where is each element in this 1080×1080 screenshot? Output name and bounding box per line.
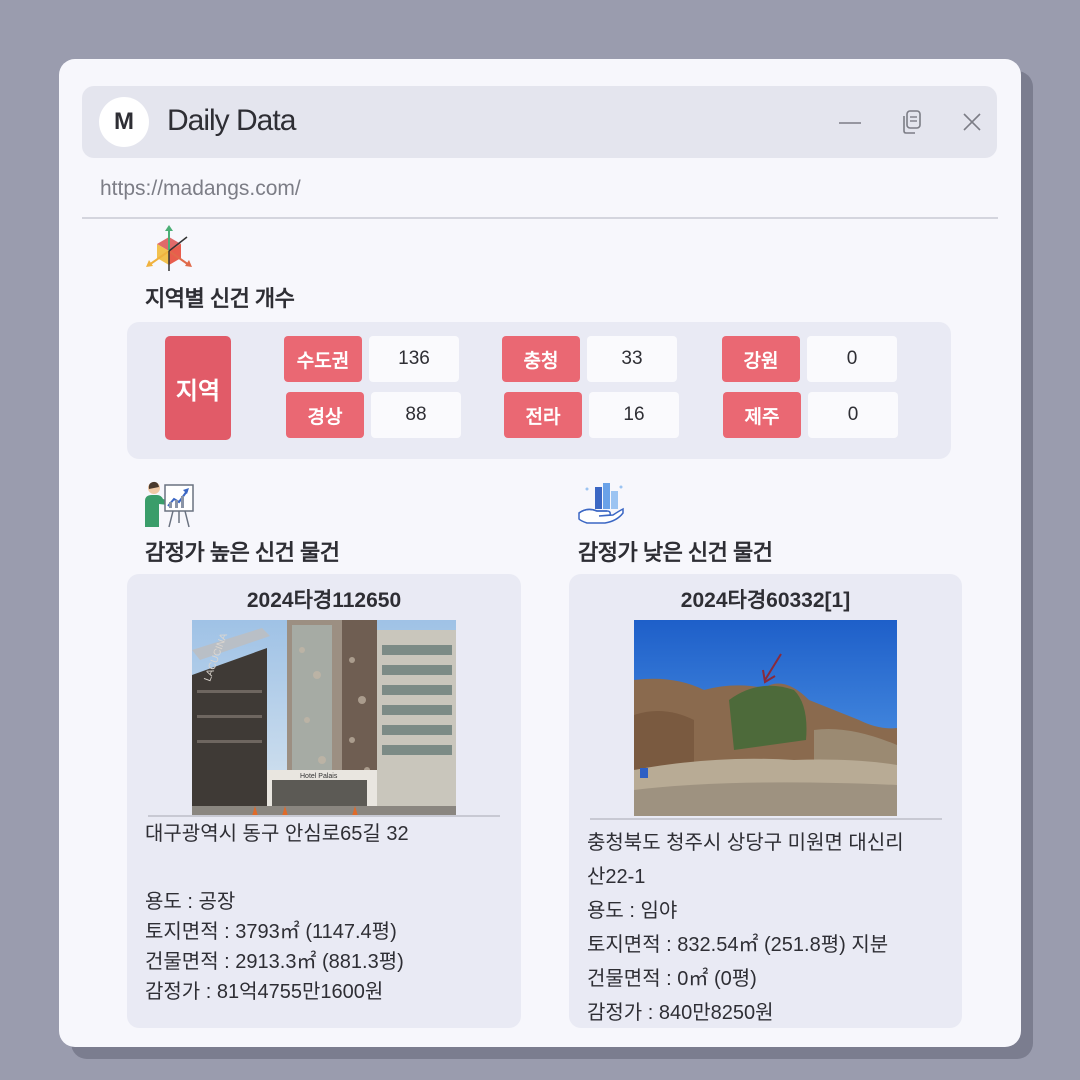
high-item-details: 대구광역시 동구 안심로65길 32 용도 : 공장 토지면적 : 3793㎡ … xyxy=(145,819,409,1007)
high-case-number: 2024타경112650 xyxy=(246,589,402,612)
low-case-number: 2024타경60332[1] xyxy=(680,589,851,612)
region-section-title: 지역별 신건 개수 xyxy=(145,286,295,311)
region-count-panel: 지역 수도권 136 충청 33 강원 0 경상 88 전라 16 제주 0 xyxy=(127,322,951,459)
region-count-chungcheong: 33 xyxy=(587,336,677,382)
region-header-label: 지역 xyxy=(165,336,231,440)
low-land-area: 토지면적 : 832.54㎡ (251.8평) 지분 xyxy=(587,934,889,956)
low-building-area: 건물면적 : 0㎡ (0평) xyxy=(587,968,757,990)
title-bar: M Daily Data xyxy=(82,86,997,158)
low-appraisal: 감정가 : 840만8250원 xyxy=(587,1002,774,1024)
app-window: M Daily Data https://madangs.com/ 지역별 신건… xyxy=(59,59,1021,1047)
high-item-card[interactable]: 2024타경112650 LACUCINA Hotel Palais 대구광역시… xyxy=(127,574,521,1028)
high-appraisal: 감정가 : 81억4755만1600원 xyxy=(145,981,384,1003)
minimize-button[interactable] xyxy=(834,106,866,138)
photo-underline xyxy=(148,815,500,817)
high-land-area: 토지면적 : 3793㎡ (1147.4평) xyxy=(145,921,397,943)
low-address-line2: 산22-1 xyxy=(587,866,646,888)
divider xyxy=(82,217,998,219)
low-address-line1: 충청북도 청주시 상당구 미원면 대신리 xyxy=(587,832,904,854)
region-tag-gangwon: 강원 xyxy=(722,336,800,382)
copy-button[interactable] xyxy=(896,106,928,138)
close-icon xyxy=(963,113,981,131)
high-section-title: 감정가 높은 신건 물건 xyxy=(145,540,340,565)
url-text[interactable]: https://madangs.com/ xyxy=(100,177,301,201)
region-tag-gyeongsang: 경상 xyxy=(286,392,364,438)
region-count-sudogwon: 136 xyxy=(369,336,459,382)
high-item-photo: LACUCINA Hotel Palais xyxy=(192,620,456,816)
minimize-icon xyxy=(839,122,861,124)
3d-axis-cube-icon xyxy=(146,225,192,271)
high-usage: 용도 : 공장 xyxy=(145,891,236,913)
region-tag-sudogwon: 수도권 xyxy=(284,336,362,382)
presenter-chart-icon xyxy=(145,481,194,528)
region-tag-jeolla: 전라 xyxy=(504,392,582,438)
region-count-jeolla: 16 xyxy=(589,392,679,438)
low-item-photo xyxy=(634,620,897,816)
region-tag-jeju: 제주 xyxy=(723,392,801,438)
app-logo: M xyxy=(99,97,149,147)
low-usage: 용도 : 임야 xyxy=(587,900,678,922)
region-count-gyeongsang: 88 xyxy=(371,392,461,438)
high-address: 대구광역시 동구 안심로65길 32 xyxy=(145,823,409,845)
low-section-title: 감정가 낮은 신건 물건 xyxy=(578,540,773,565)
region-tag-chungcheong: 충청 xyxy=(502,336,580,382)
low-item-details: 충청북도 청주시 상당구 미원면 대신리 산22-1 용도 : 임야 토지면적 … xyxy=(587,826,904,1030)
photo-underline xyxy=(590,818,942,820)
low-item-card[interactable]: 2024타경60332[1] 충청북도 청주시 상당구 미원면 대신리 산22-… xyxy=(569,574,962,1028)
copy-icon xyxy=(903,110,921,134)
region-count-jeju: 0 xyxy=(808,392,898,438)
photo-shop-text: Hotel Palais xyxy=(300,773,338,780)
region-count-gangwon: 0 xyxy=(807,336,897,382)
close-button[interactable] xyxy=(956,106,988,138)
hand-bar-chart-icon xyxy=(578,483,624,524)
high-building-area: 건물면적 : 2913.3㎡ (881.3평) xyxy=(145,951,404,973)
app-title: Daily Data xyxy=(167,104,296,137)
